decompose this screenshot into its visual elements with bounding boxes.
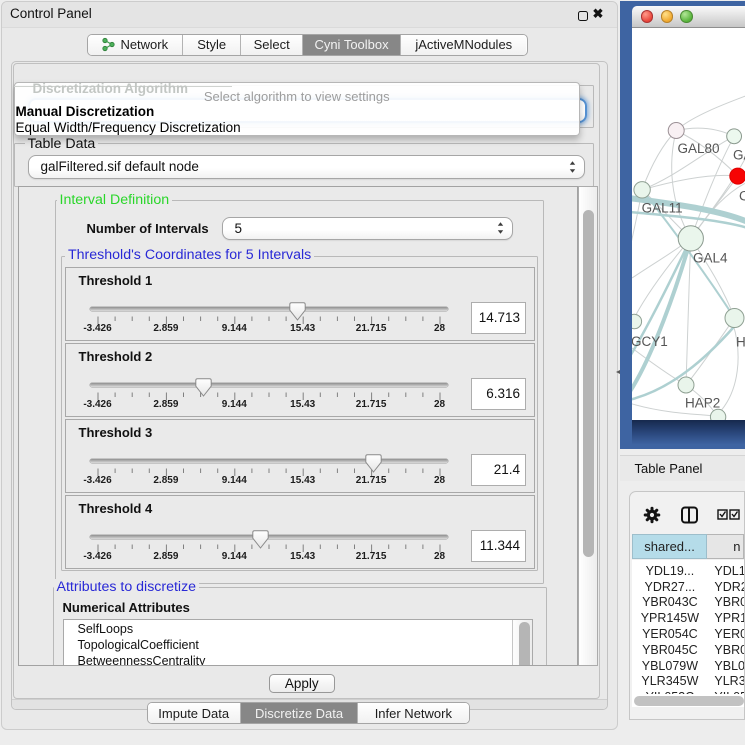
svg-text:GAL4: GAL4 [693,250,728,265]
svg-text:GAL80: GAL80 [677,141,719,156]
svg-text:H: H [736,334,745,349]
svg-text:GCY1: GCY1 [632,334,668,349]
svg-text:HAP2: HAP2 [685,395,720,410]
svg-text:C: C [739,188,745,203]
svg-text:GAL11: GAL11 [641,200,682,215]
svg-text:GA: GA [733,147,745,162]
